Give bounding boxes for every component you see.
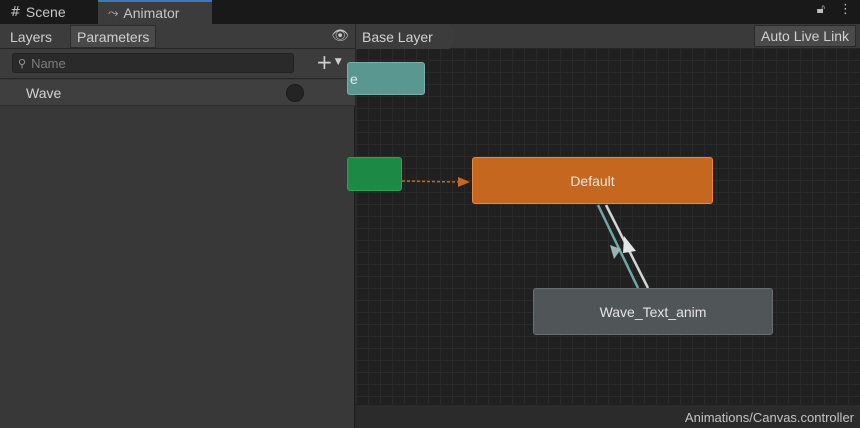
parameter-row[interactable]: Wave	[0, 80, 355, 106]
auto-live-link-button[interactable]: Auto Live Link	[754, 25, 856, 47]
wave-text-anim-node[interactable]: Wave_Text_anim	[533, 288, 773, 335]
tab-animator-label: Animator	[123, 5, 180, 21]
search-field[interactable]: ⚲	[12, 53, 294, 73]
parameters-panel: Layers Parameters 👁︎ ⚲ + ▼ Wave	[0, 24, 355, 428]
search-icon: ⚲	[18, 56, 27, 70]
graph-toolbar: Base Layer Auto Live Link	[356, 24, 860, 49]
any-state-label: e	[350, 70, 358, 87]
breadcrumb-base-layer: Base Layer	[362, 28, 433, 45]
search-input[interactable]	[31, 55, 272, 71]
any-state-node[interactable]: e	[347, 62, 425, 95]
animator-icon: ⤳	[108, 5, 119, 21]
wave-text-anim-label: Wave_Text_anim	[599, 303, 707, 320]
default-state-label: Default	[570, 172, 615, 189]
default-state-node[interactable]: Default	[472, 157, 713, 204]
entry-node[interactable]	[347, 157, 402, 191]
auto-live-link-label: Auto Live Link	[761, 28, 849, 44]
add-parameter-button[interactable]: + ▼	[316, 52, 342, 72]
trigger-icon[interactable]	[286, 84, 304, 102]
lock-icon[interactable]: 🔓︎	[817, 2, 825, 17]
controller-path: Animations/Canvas.controller	[684, 410, 854, 425]
plus-icon: +	[316, 50, 333, 74]
panel-subtabs: Layers Parameters 👁︎	[0, 24, 355, 49]
tab-scene-label: Scene	[25, 4, 66, 20]
window-buttons: 🔓︎ ⋮	[817, 2, 852, 17]
status-bar: Animations/Canvas.controller	[356, 404, 860, 428]
tab-layers-label: Layers	[10, 28, 53, 45]
chevron-down-icon: ▼	[334, 57, 342, 67]
search-row: ⚲ + ▼	[0, 49, 355, 79]
animator-graph[interactable]	[356, 24, 860, 404]
tab-scene[interactable]: # Scene	[0, 0, 98, 24]
grid-icon: #	[10, 4, 21, 20]
breadcrumb[interactable]: Base Layer	[356, 24, 457, 49]
tab-parameters[interactable]: Parameters	[70, 25, 157, 48]
eye-icon[interactable]: 👁︎	[331, 28, 349, 44]
tab-parameters-label: Parameters	[77, 28, 150, 45]
more-icon[interactable]: ⋮	[839, 2, 852, 17]
tab-layers[interactable]: Layers	[4, 25, 58, 48]
window-tab-strip: # Scene ⤳ Animator 🔓︎ ⋮	[0, 0, 860, 24]
parameter-name: Wave	[26, 85, 62, 101]
tab-animator[interactable]: ⤳ Animator	[98, 0, 212, 24]
